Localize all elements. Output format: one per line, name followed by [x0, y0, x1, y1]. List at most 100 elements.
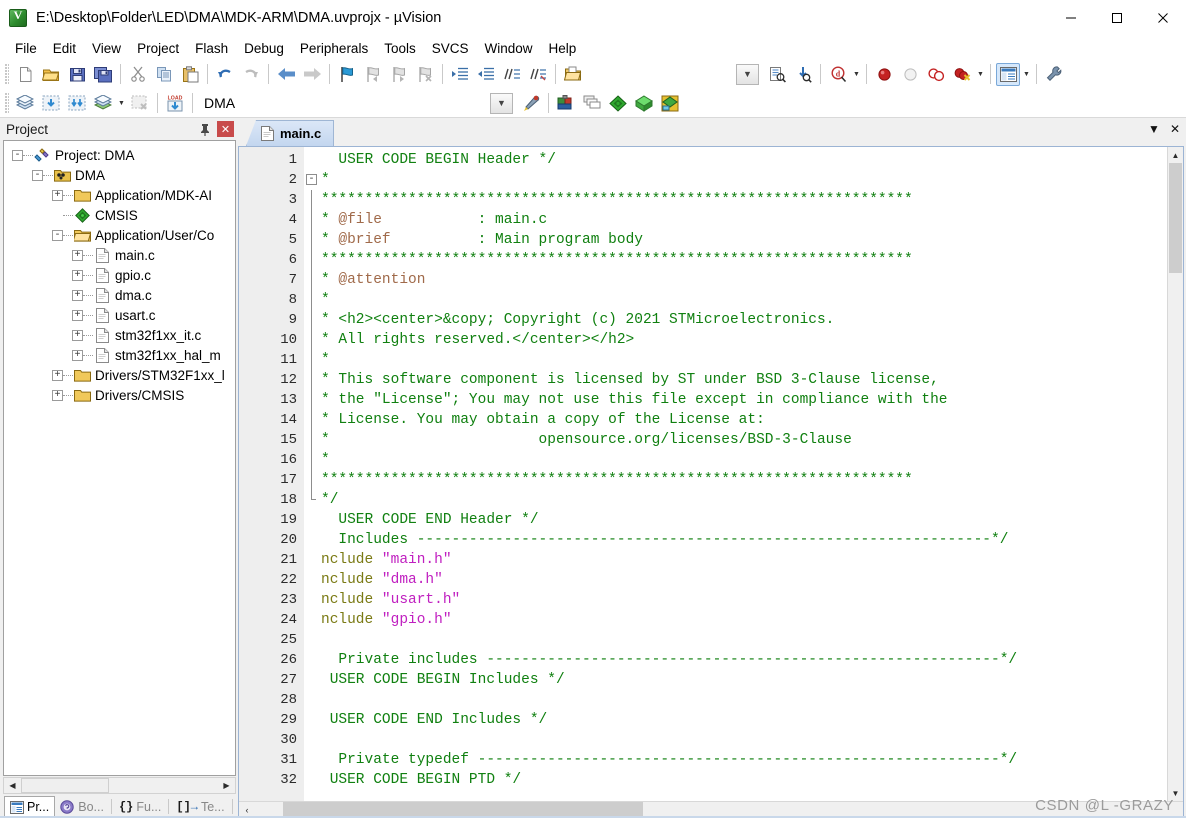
project-hscrollbar[interactable]: ◀ ▶ [3, 777, 236, 794]
fold-marker[interactable] [305, 370, 319, 390]
code-line[interactable]: ****************************************… [319, 190, 1167, 210]
fold-marker[interactable] [305, 270, 319, 290]
fold-marker[interactable] [305, 210, 319, 230]
editor-vscroll-down-arrow[interactable]: ▼ [1168, 785, 1183, 801]
fold-marker[interactable]: - [305, 170, 319, 190]
run-time-env-icon[interactable] [606, 92, 630, 115]
editor-hscroll-track[interactable] [255, 802, 1183, 817]
code-line[interactable]: USER CODE BEGIN Includes */ [319, 670, 1167, 690]
project-tree-container[interactable]: - Project: DMA - DMA + Application/MDK-AI CMSI… [3, 140, 236, 776]
window-manage-icon[interactable] [996, 62, 1020, 86]
build-icon[interactable] [39, 92, 63, 115]
code-line[interactable]: * [319, 290, 1167, 310]
cut-icon[interactable] [126, 63, 150, 86]
comment-icon[interactable] [500, 63, 524, 86]
tree-item-drivers-cmsis[interactable]: + Drivers/CMSIS [4, 385, 235, 405]
code-line[interactable]: */ [319, 490, 1167, 510]
bookmark-prev-icon[interactable] [361, 63, 385, 86]
redo-icon[interactable] [239, 63, 263, 86]
editor-vscroll-track[interactable] [1168, 163, 1183, 785]
fold-marker[interactable] [305, 330, 319, 350]
target-select-dropdown[interactable]: ▼ [490, 92, 513, 114]
editor-vscroll-thumb[interactable] [1169, 163, 1182, 273]
copy-icon[interactable] [152, 63, 176, 86]
document-tab-main-c[interactable]: main.c [246, 120, 335, 146]
menu-tools[interactable]: Tools [376, 39, 424, 58]
code-line[interactable]: USER CODE BEGIN Header */ [319, 150, 1167, 170]
minimize-button[interactable] [1048, 0, 1094, 36]
tree-expand-toggle[interactable]: + [72, 289, 83, 301]
tree-item-drivers-stm32f1xx-l[interactable]: + Drivers/STM32F1xx_l [4, 365, 235, 385]
toolbar-grip[interactable] [5, 64, 9, 84]
tree-collapse-toggle[interactable]: - [12, 149, 23, 161]
bookmark-clear-icon[interactable] [413, 63, 437, 86]
editor-hscroll-thumb[interactable] [283, 802, 643, 817]
menu-flash[interactable]: Flash [187, 39, 236, 58]
fold-marker[interactable] [305, 190, 319, 210]
code-line[interactable]: Private typedef ------------------------… [319, 750, 1167, 770]
fold-marker[interactable] [305, 230, 319, 250]
tab-templates[interactable]: []→ Te... [171, 796, 229, 818]
fold-collapse-box[interactable]: - [306, 174, 317, 185]
rebuild-icon[interactable] [65, 92, 89, 115]
indent-right-icon[interactable] [448, 63, 472, 86]
tree-item-application-mdk-ai[interactable]: + Application/MDK-AI [4, 185, 235, 205]
breakpoint-insert-icon[interactable] [872, 63, 896, 86]
tree-expand-toggle[interactable]: + [72, 249, 83, 261]
find-combo-dropdown[interactable]: ▼ [736, 63, 759, 85]
menu-view[interactable]: View [84, 39, 129, 58]
code-line[interactable] [319, 730, 1167, 750]
code-line[interactable]: ****************************************… [319, 250, 1167, 270]
open-file-icon[interactable] [39, 63, 63, 86]
code-line[interactable]: USER CODE END Header */ [319, 510, 1167, 530]
fold-marker[interactable] [305, 290, 319, 310]
tree-expand-toggle[interactable]: + [52, 189, 63, 201]
editor-vscrollbar[interactable]: ▲ ▼ [1167, 147, 1183, 801]
code-line[interactable]: * License. You may obtain a copy of the … [319, 410, 1167, 430]
code-line[interactable]: nclude "gpio.h" [319, 610, 1167, 630]
tab-books[interactable]: Bo... [55, 796, 109, 818]
tree-expand-toggle[interactable]: + [72, 269, 83, 281]
menu-peripherals[interactable]: Peripherals [292, 39, 376, 58]
menu-svcs[interactable]: SVCS [424, 39, 477, 58]
editor-vscroll-up-arrow[interactable]: ▲ [1168, 147, 1183, 163]
target-select[interactable]: DMA [197, 93, 340, 114]
close-icon[interactable]: ✕ [217, 121, 234, 137]
close-button[interactable] [1140, 0, 1186, 36]
code-line[interactable]: nclude "usart.h" [319, 590, 1167, 610]
code-line[interactable]: Private includes -----------------------… [319, 650, 1167, 670]
pack-installer-icon[interactable] [632, 92, 656, 115]
code-fold-column[interactable]: - [305, 147, 319, 801]
code-line[interactable]: * @file : main.c [319, 210, 1167, 230]
paste-icon[interactable] [178, 63, 202, 86]
fold-marker[interactable] [305, 390, 319, 410]
save-icon[interactable] [65, 63, 89, 86]
stop-build-icon[interactable] [128, 92, 152, 115]
save-all-icon[interactable] [91, 63, 115, 86]
code-line[interactable]: * All rights reserved.</center></h2> [319, 330, 1167, 350]
batch-build-icon[interactable] [91, 92, 115, 115]
code-line[interactable]: nclude "dma.h" [319, 570, 1167, 590]
tree-expand-toggle[interactable]: + [52, 389, 63, 401]
fold-marker[interactable] [305, 430, 319, 450]
menu-debug[interactable]: Debug [236, 39, 292, 58]
tree-item-dma-c[interactable]: + dma.c [4, 285, 235, 305]
tree-item-dma[interactable]: - DMA [4, 165, 235, 185]
tree-expand-toggle[interactable]: + [72, 329, 83, 341]
close-document-icon[interactable]: ✕ [1170, 122, 1180, 136]
code-line[interactable]: USER CODE END Includes */ [319, 710, 1167, 730]
open-folder-doc-icon[interactable] [561, 63, 585, 86]
bookmark-next-icon[interactable] [387, 63, 411, 86]
fold-marker[interactable] [305, 350, 319, 370]
batch-build-dropdown-arrow[interactable]: ▼ [116, 92, 127, 115]
toolbar-grip[interactable] [5, 93, 9, 113]
debug-start-icon[interactable]: d [826, 63, 850, 86]
code-line[interactable]: * This software component is licensed by… [319, 370, 1167, 390]
fold-marker[interactable] [305, 490, 319, 510]
code-line[interactable]: * @attention [319, 270, 1167, 290]
window-dropdown-arrow[interactable]: ▼ [1021, 63, 1032, 86]
breakpoint-disable-all-icon[interactable] [924, 63, 948, 86]
code-line[interactable]: * [319, 450, 1167, 470]
code-line[interactable]: USER CODE BEGIN PTD */ [319, 770, 1167, 790]
find-icon[interactable] [791, 63, 815, 86]
